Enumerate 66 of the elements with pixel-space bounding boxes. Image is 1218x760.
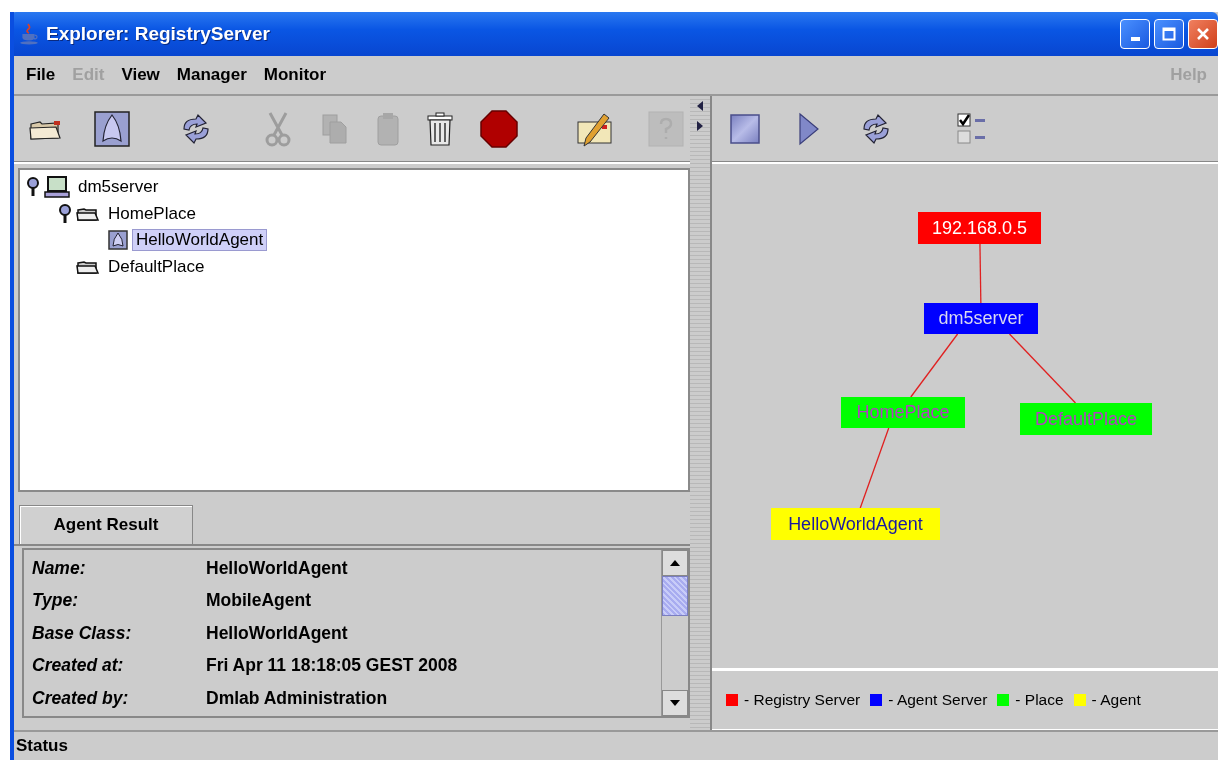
field-label: Created by: [32,687,130,709]
graph-node[interactable]: 192.168.0.5 [918,212,1041,244]
folder-icon [76,258,100,275]
copy-icon [320,112,350,146]
toolbar-button[interactable] [424,109,456,149]
folder-icon [76,205,100,222]
tree-item[interactable]: HomePlace [104,202,200,225]
agent-icon [108,230,128,251]
tree-item[interactable]: DefaultPlace [104,255,209,278]
menu-item[interactable]: Manager [170,65,258,85]
tree-item[interactable]: HelloWorldAgent [132,229,268,252]
graph-node[interactable]: dm5server [924,303,1038,334]
square-icon [730,114,760,144]
graph-node[interactable]: HomePlace [841,397,965,428]
legend-label: - Agent Server [888,691,988,709]
down-arrow-icon [669,699,681,707]
legend-label: - Agent [1091,691,1141,709]
close-button[interactable] [1188,19,1218,49]
play-icon [798,112,820,146]
field-label: Type: [32,590,80,612]
legend-label: - Registry Server [744,691,861,709]
status-text: Status [16,736,68,756]
connector-line [1008,333,1077,404]
connector-line [910,333,959,398]
minimize-button[interactable] [1120,19,1150,49]
scroll-thumb[interactable] [662,576,688,616]
scroll-down-button[interactable] [662,690,688,716]
menu-item[interactable]: Monitor [257,65,338,85]
connector-line [979,243,982,304]
field-value: Dmlab Administration [206,687,388,709]
menu-item[interactable]: View [115,65,171,85]
trash-icon [426,111,454,147]
clipboard-icon [376,111,400,147]
agent-icon [94,111,130,147]
field-value: MobileAgent [206,590,311,612]
field-value: HelloWorldAgent [206,557,348,579]
graph-node[interactable]: HelloWorldAgent [771,508,940,540]
minimize-icon [1130,37,1140,41]
toolbar-button[interactable] [92,109,132,149]
tab[interactable]: Agent Result [19,505,193,544]
up-arrow-icon [669,559,681,567]
stop-sign-icon [480,110,518,148]
menu-item[interactable]: File [20,65,67,85]
scrollbar[interactable] [661,550,688,716]
window-title: Explorer: RegistryServer [46,23,270,45]
field-value: HelloWorldAgent [206,622,348,644]
expand-right-icon[interactable] [696,120,704,132]
expand-handle-icon[interactable] [26,176,40,199]
computer-icon [44,176,70,199]
tree-item[interactable]: dm5server [74,176,163,199]
expand-handle-icon[interactable] [58,202,72,225]
scroll-up-button[interactable] [662,550,688,576]
field-label: Base Class: [32,622,133,644]
toolbar-button[interactable] [478,108,520,150]
field-value: Fri Apr 11 18:18:05 GEST 2008 [206,655,458,677]
close-icon [1196,27,1210,41]
field-label: Name: [32,557,87,579]
checklist-icon [956,112,988,146]
collapse-left-icon[interactable] [696,100,704,112]
help-icon [648,111,684,147]
coffee-cup-icon [18,23,40,45]
graph-node[interactable]: DefaultPlace [1020,403,1152,435]
maximize-icon [1162,27,1176,41]
field-label: Created at: [32,655,125,677]
legend-label: - Place [1015,691,1064,709]
maximize-button[interactable] [1154,19,1184,49]
